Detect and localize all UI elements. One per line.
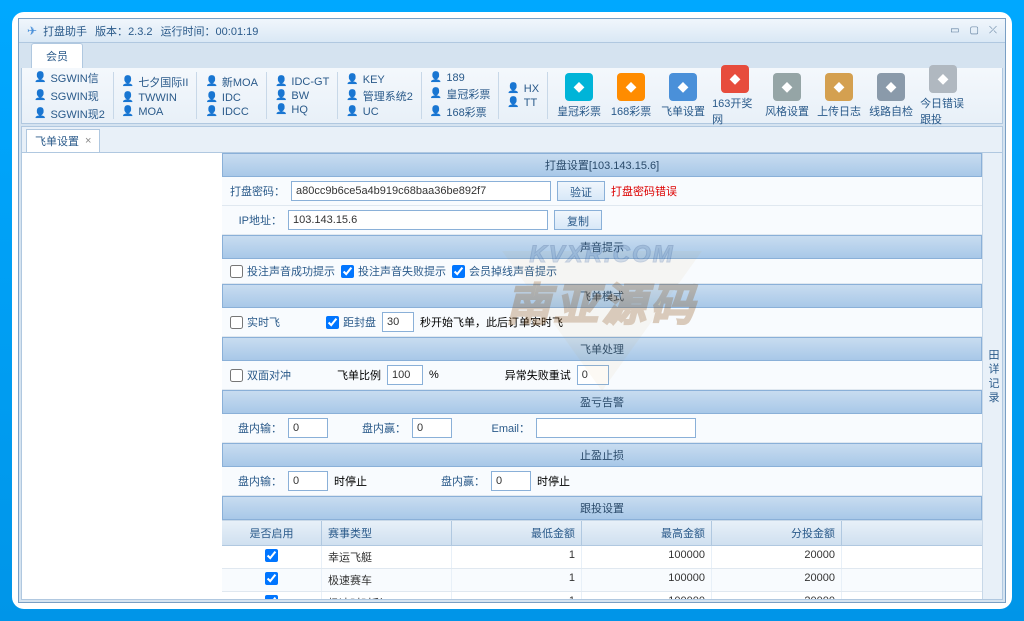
section-sound: 声音提示 bbox=[222, 235, 982, 259]
chk-offline[interactable]: 会员掉线声音提示 bbox=[452, 263, 557, 279]
section-follow: 跟投设置 bbox=[222, 496, 982, 520]
content-tab-flysettings[interactable]: 飞单设置 × bbox=[26, 129, 100, 152]
table-row[interactable]: 极速赛车110000020000 bbox=[222, 569, 982, 592]
ribbon-item[interactable]: 👤新MOA bbox=[205, 74, 258, 90]
person-icon: 👤 bbox=[122, 106, 134, 117]
person-icon: 👤 bbox=[205, 92, 217, 103]
ratio-input[interactable] bbox=[387, 365, 423, 385]
copy-button[interactable]: 复制 bbox=[554, 210, 602, 230]
person-icon: 👤 bbox=[346, 90, 358, 101]
ribbon-big-button[interactable]: ◆168彩票 bbox=[608, 73, 654, 119]
app-icon: ✈ bbox=[27, 24, 37, 38]
row-enable-checkbox[interactable] bbox=[265, 595, 278, 599]
ribbon-big-button[interactable]: ◆上传日志 bbox=[816, 73, 862, 119]
loss-in-input[interactable] bbox=[288, 418, 328, 438]
titlebar: ✈ 打盘助手 版本：2.3.2 运行时间：00:01:19 ▭ ▢ ⤫ bbox=[19, 19, 1005, 43]
ribbon-tab-member[interactable]: 会员 bbox=[31, 43, 83, 68]
verify-button[interactable]: 验证 bbox=[557, 181, 605, 201]
maximize-button[interactable]: ▢ bbox=[970, 25, 979, 36]
person-icon: 👤 bbox=[430, 106, 442, 117]
section-stop: 止盈止损 bbox=[222, 443, 982, 467]
ribbon-item[interactable]: 👤IDCC bbox=[205, 106, 258, 118]
person-icon: 👤 bbox=[430, 72, 442, 83]
stop-win-input[interactable] bbox=[491, 471, 531, 491]
person-icon: 👤 bbox=[205, 76, 217, 87]
content-area: 飞单设置 × KVXR.COM 南亚源码 打盘设置[103.143.15.6] … bbox=[21, 126, 1003, 600]
settings-form: KVXR.COM 南亚源码 打盘设置[103.143.15.6] 打盘密码： 验… bbox=[222, 153, 982, 599]
ribbon-big-button[interactable]: ◆线路自检 bbox=[868, 73, 914, 119]
table-row[interactable]: 幸运飞艇110000020000 bbox=[222, 546, 982, 569]
app-name: 打盘助手 bbox=[43, 23, 87, 39]
chk-double[interactable]: 双面对冲 bbox=[230, 367, 291, 383]
section-dapan: 打盘设置[103.143.15.6] bbox=[222, 153, 982, 177]
ribbon-big-button[interactable]: ◆风格设置 bbox=[764, 73, 810, 119]
win-in-input[interactable] bbox=[412, 418, 452, 438]
ribbon-item[interactable]: 👤HQ bbox=[275, 104, 329, 116]
chk-fail[interactable]: 投注声音失败提示 bbox=[341, 263, 446, 279]
password-input[interactable] bbox=[291, 181, 551, 201]
close-tab-icon[interactable]: × bbox=[85, 135, 91, 147]
ribbon-item[interactable]: 👤七夕国际II bbox=[122, 74, 189, 90]
left-spacer bbox=[22, 153, 222, 599]
person-icon: 👤 bbox=[346, 74, 358, 85]
ribbon-big-button[interactable]: ◆今日错误跟投 bbox=[920, 65, 966, 127]
person-icon: 👤 bbox=[122, 76, 134, 87]
ribbon-item[interactable]: 👤SGWIN现2 bbox=[34, 106, 105, 122]
distance-input[interactable] bbox=[382, 312, 414, 332]
person-icon: 👤 bbox=[275, 90, 287, 101]
person-icon: 👤 bbox=[122, 92, 134, 103]
person-icon: 👤 bbox=[507, 97, 519, 108]
retry-input[interactable] bbox=[577, 365, 609, 385]
minimize-button[interactable]: ▭ bbox=[950, 25, 959, 36]
person-icon: 👤 bbox=[34, 72, 46, 83]
section-flymode: 飞单模式 bbox=[222, 284, 982, 308]
person-icon: 👤 bbox=[34, 108, 46, 119]
table-row[interactable]: 极速时时彩110000020000 bbox=[222, 592, 982, 599]
right-detail-panel[interactable]: 田 详 记 录 bbox=[982, 153, 1002, 599]
ribbon-item[interactable]: 👤168彩票 bbox=[430, 104, 490, 120]
ribbon-big-button[interactable]: ◆皇冠彩票 bbox=[556, 73, 602, 119]
ribbon-big-button[interactable]: ◆163开奖网 bbox=[712, 65, 758, 127]
chk-realtime[interactable]: 实时飞 bbox=[230, 314, 280, 330]
ribbon-item[interactable]: 👤皇冠彩票 bbox=[430, 86, 490, 102]
row-enable-checkbox[interactable] bbox=[265, 549, 278, 562]
person-icon: 👤 bbox=[205, 106, 217, 117]
ribbon-item[interactable]: 👤TWWIN bbox=[122, 92, 189, 104]
person-icon: 👤 bbox=[34, 90, 46, 101]
email-input[interactable] bbox=[536, 418, 696, 438]
ribbon-item[interactable]: 👤MOA bbox=[122, 106, 189, 118]
follow-table: 是否启用 赛事类型 最低金额 最高金额 分投金额 幸运飞艇11000002000… bbox=[222, 520, 982, 599]
section-flyprocess: 飞单处理 bbox=[222, 337, 982, 361]
stop-loss-input[interactable] bbox=[288, 471, 328, 491]
ribbon-item[interactable]: 👤IDC bbox=[205, 92, 258, 104]
close-button[interactable]: ⤫ bbox=[989, 25, 997, 36]
person-icon: 👤 bbox=[430, 88, 442, 99]
row-enable-checkbox[interactable] bbox=[265, 572, 278, 585]
ip-input[interactable] bbox=[288, 210, 548, 230]
ribbon-item[interactable]: 👤189 bbox=[430, 72, 490, 84]
person-icon: 👤 bbox=[507, 83, 519, 94]
ribbon-item[interactable]: 👤IDC-GT bbox=[275, 76, 329, 88]
ribbon-item[interactable]: 👤SGWIN信 bbox=[34, 70, 105, 86]
password-error: 打盘密码错误 bbox=[611, 183, 677, 199]
ribbon-item[interactable]: 👤BW bbox=[275, 90, 329, 102]
ribbon-item[interactable]: 👤管理系统2 bbox=[346, 88, 413, 104]
ribbon-item[interactable]: 👤KEY bbox=[346, 74, 413, 86]
ribbon-big-button[interactable]: ◆飞单设置 bbox=[660, 73, 706, 119]
chk-distance[interactable]: 距封盘 bbox=[326, 314, 376, 330]
app-window: ✈ 打盘助手 版本：2.3.2 运行时间：00:01:19 ▭ ▢ ⤫ 会员 👤… bbox=[18, 18, 1006, 603]
ribbon: 👤SGWIN信👤SGWIN现👤SGWIN现2👤七夕国际II👤TWWIN👤MOA👤… bbox=[21, 68, 1003, 124]
section-alert: 盈亏告警 bbox=[222, 390, 982, 414]
ribbon-item[interactable]: 👤SGWIN现 bbox=[34, 88, 105, 104]
ribbon-item[interactable]: 👤UC bbox=[346, 106, 413, 118]
person-icon: 👤 bbox=[346, 106, 358, 117]
person-icon: 👤 bbox=[275, 104, 287, 115]
ribbon-item[interactable]: 👤TT bbox=[507, 97, 539, 109]
person-icon: 👤 bbox=[275, 76, 287, 87]
ribbon-tabs: 会员 bbox=[19, 43, 1005, 68]
chk-success[interactable]: 投注声音成功提示 bbox=[230, 263, 335, 279]
ribbon-item[interactable]: 👤HX bbox=[507, 83, 539, 95]
